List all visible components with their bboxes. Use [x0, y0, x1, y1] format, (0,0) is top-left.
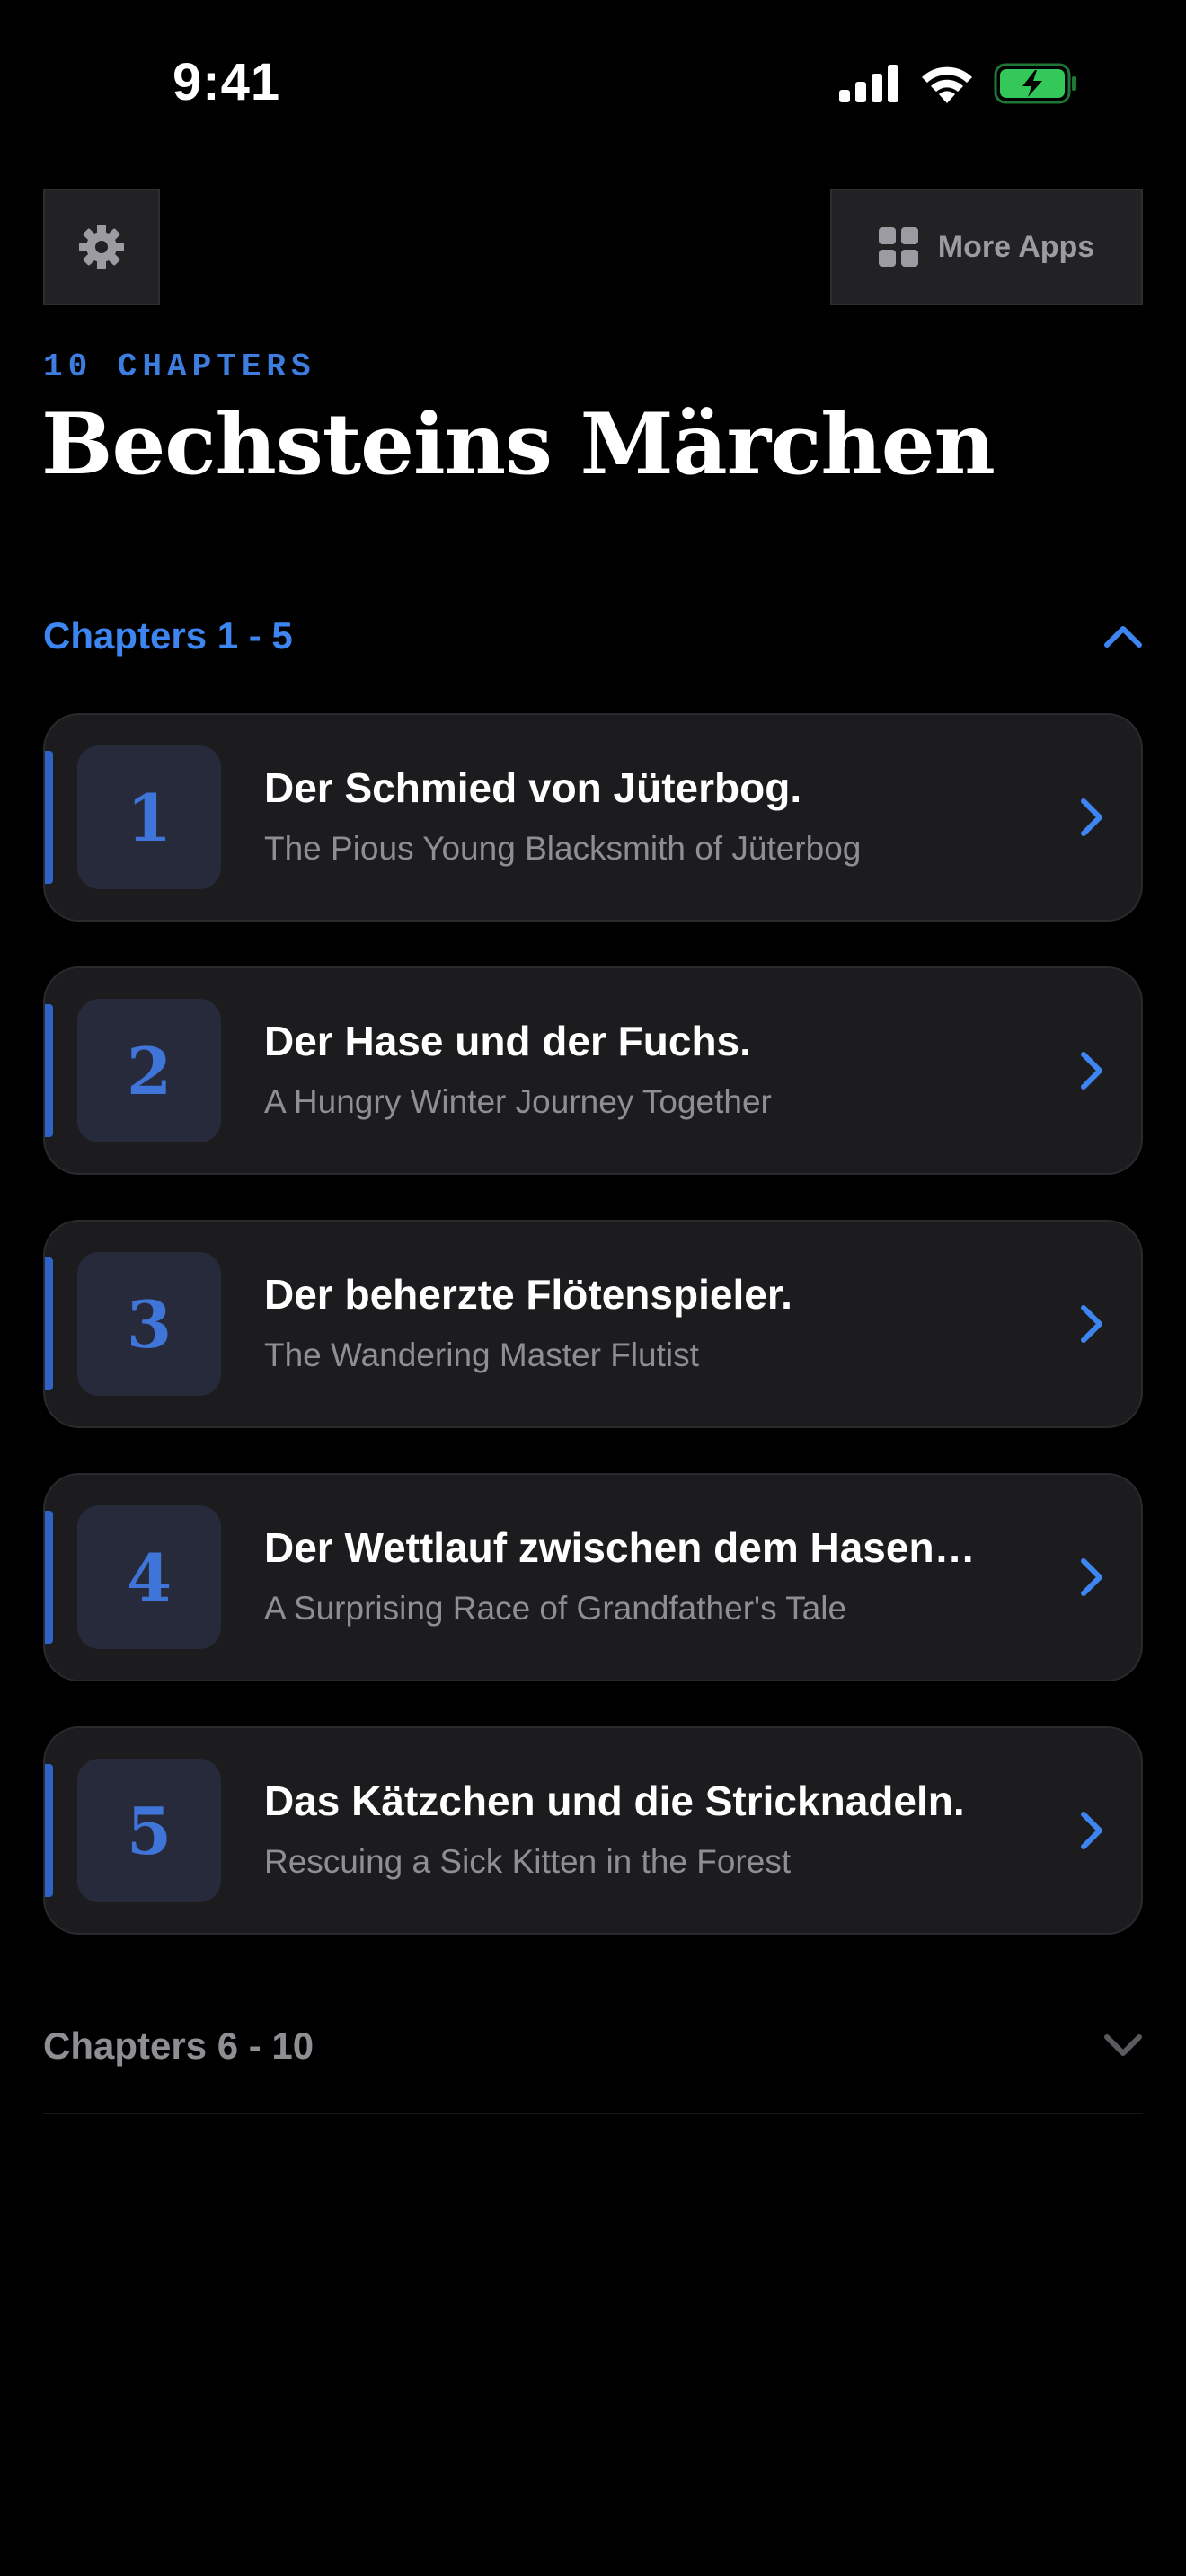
chapter-card-2[interactable]: 2 Der Hase und der Fuchs. A Hungry Winte… [43, 966, 1143, 1175]
section-label: Chapters 1 - 5 [43, 614, 293, 657]
card-accent-bar [45, 1257, 53, 1390]
section-header-chapters-6-10[interactable]: Chapters 6 - 10 [43, 2010, 1143, 2082]
chevron-right-icon [1081, 1052, 1102, 1090]
chapter-card-5[interactable]: 5 Das Kätzchen und die Stricknadeln. Res… [43, 1726, 1143, 1935]
status-time: 9:41 [173, 53, 281, 111]
section-header-chapters-1-5[interactable]: Chapters 1 - 5 [43, 600, 1143, 672]
chapter-number-badge: 4 [77, 1505, 221, 1649]
chapter-title: Das Kätzchen und die Stricknadeln. [264, 1778, 965, 1824]
chapter-number: 1 [126, 779, 173, 856]
battery-charging-icon [994, 63, 1076, 104]
chapter-title: Der Schmied von Jüterbog. [264, 764, 802, 811]
chapter-card-3[interactable]: 3 Der beherzte Flötenspieler. The Wander… [43, 1220, 1143, 1428]
chapter-number-badge: 1 [77, 745, 221, 889]
gear-icon [79, 225, 124, 269]
chapter-subtitle: Rescuing a Sick Kitten in the Forest [264, 1843, 792, 1880]
chevron-right-icon [1081, 1812, 1102, 1849]
wifi-icon [922, 66, 972, 103]
chevron-right-icon [1081, 1558, 1102, 1596]
chevron-up-icon [1104, 626, 1142, 648]
chapter-title: Der Hase und der Fuchs. [264, 1018, 751, 1064]
grid-icon [878, 227, 918, 267]
chapter-number: 5 [126, 1792, 173, 1869]
chevron-down-icon [1104, 2034, 1142, 2056]
card-accent-bar [45, 751, 53, 884]
more-apps-button[interactable]: More Apps [830, 189, 1143, 305]
more-apps-label: More Apps [937, 229, 1095, 264]
section-divider [43, 2113, 1143, 2114]
chapter-subtitle: A Surprising Race of Grandfather's Tale [264, 1590, 847, 1627]
chapter-number: 3 [126, 1285, 173, 1363]
chapter-subtitle: The Pious Young Blacksmith of Jüterbog [264, 830, 862, 867]
chapter-subtitle: The Wandering Master Flutist [264, 1337, 699, 1373]
chapter-number-badge: 2 [77, 999, 221, 1142]
chapter-title: Der beherzte Flötenspieler. [264, 1271, 792, 1318]
card-accent-bar [45, 1511, 53, 1644]
chapter-number: 4 [126, 1539, 173, 1616]
chapter-number-badge: 3 [77, 1252, 221, 1396]
chapter-title: Der Wettlauf zwischen dem Hasen… [264, 1524, 976, 1571]
status-icons [839, 63, 1078, 104]
chapter-subtitle: A Hungry Winter Journey Together [264, 1083, 772, 1120]
chapter-number-badge: 5 [77, 1759, 221, 1902]
section-label: Chapters 6 - 10 [43, 2025, 314, 2067]
chapter-card-1[interactable]: 1 Der Schmied von Jüterbog. The Pious Yo… [43, 713, 1143, 922]
status-bar: 9:41 [0, 0, 1186, 171]
cellular-signal-icon [839, 65, 898, 102]
chapter-count: 10 CHAPTERS [43, 348, 316, 385]
chevron-right-icon [1081, 798, 1102, 836]
chapter-card-4[interactable]: 4 Der Wettlauf zwischen dem Hasen… A Sur… [43, 1473, 1143, 1681]
chapter-number: 2 [126, 1032, 173, 1109]
card-accent-bar [45, 1764, 53, 1897]
chevron-right-icon [1081, 1305, 1102, 1343]
page-title: Bechsteins Märchen [41, 395, 996, 494]
settings-button[interactable] [43, 189, 160, 305]
card-accent-bar [45, 1004, 53, 1137]
